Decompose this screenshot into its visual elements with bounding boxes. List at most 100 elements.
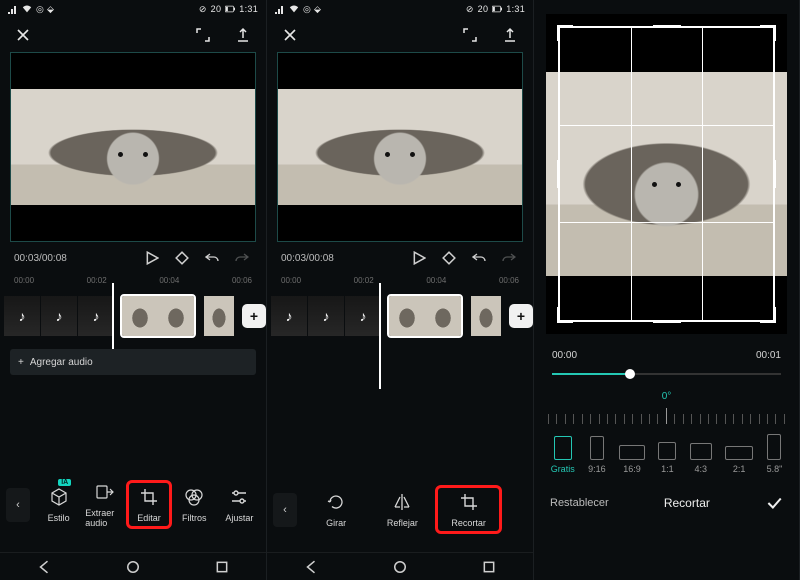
angle-ruler[interactable] xyxy=(548,404,785,424)
tool-extraer-audio[interactable]: Extraer audio xyxy=(83,477,124,532)
close-icon[interactable] xyxy=(279,24,301,46)
tool-ajustar[interactable]: Ajustar xyxy=(219,482,260,527)
redo-icon[interactable] xyxy=(499,248,519,268)
tool-editar[interactable]: Editar xyxy=(128,482,169,527)
aspect-label: 4:3 xyxy=(695,464,708,474)
crop-handle-br[interactable] xyxy=(760,307,776,323)
aspect-1-1[interactable]: 1:1 xyxy=(658,442,676,474)
playhead[interactable] xyxy=(112,283,114,349)
ruler-tick: 00:06 xyxy=(499,276,519,285)
crop-preview[interactable] xyxy=(546,14,787,334)
crop-bottom-row: Restablecer Recortar xyxy=(534,480,799,526)
aspect-box-icon xyxy=(690,443,712,460)
timeline-thumb[interactable]: ♪ xyxy=(345,296,381,336)
playhead[interactable] xyxy=(379,283,381,389)
badge-ia: IA xyxy=(58,479,71,486)
video-preview[interactable] xyxy=(10,52,256,242)
reset-button[interactable]: Restablecer xyxy=(550,497,609,509)
keyframe-icon[interactable] xyxy=(439,248,459,268)
timeline-selected-clip[interactable]: 1.6s xyxy=(387,294,463,338)
play-icon[interactable] xyxy=(409,248,429,268)
nav-recent-icon[interactable] xyxy=(215,560,229,574)
time-total: 00:08 xyxy=(42,253,67,264)
crop-handle-tl[interactable] xyxy=(557,25,573,41)
export-icon[interactable] xyxy=(499,24,521,46)
play-icon[interactable] xyxy=(142,248,162,268)
crop-handle-bl[interactable] xyxy=(557,307,573,323)
tool-girar[interactable]: Girar xyxy=(305,487,367,532)
undo-icon[interactable] xyxy=(202,248,222,268)
aspect-label: 9:16 xyxy=(588,464,606,474)
bottom-toolbar-edit: ‹ Girar Reflejar Recortar xyxy=(267,477,533,552)
fullscreen-icon[interactable] xyxy=(192,24,214,46)
wifi-icon xyxy=(289,4,299,14)
ruler-tick: 00:02 xyxy=(354,276,374,285)
crop-handle-left[interactable] xyxy=(557,160,560,188)
tool-recortar[interactable]: Recortar xyxy=(437,487,499,532)
crop-handle-right[interactable] xyxy=(773,160,776,188)
nav-back-icon[interactable] xyxy=(37,560,51,574)
keyframe-icon[interactable] xyxy=(172,248,192,268)
timeline-thumb xyxy=(122,296,158,336)
add-audio-button[interactable]: + Agregar audio xyxy=(10,349,256,375)
timeline-thumb[interactable]: ♪ xyxy=(271,296,307,336)
export-icon[interactable] xyxy=(232,24,254,46)
redo-icon[interactable] xyxy=(232,248,252,268)
timeline-thumb[interactable]: ♪ xyxy=(4,296,40,336)
slider-handle[interactable] xyxy=(625,369,635,379)
undo-icon[interactable] xyxy=(469,248,489,268)
status-bar: ◎ ⬙ ⊘ 20 1:31 xyxy=(0,0,266,18)
battery-icon xyxy=(492,4,502,14)
video-preview[interactable] xyxy=(277,52,523,242)
timeline-selected-clip[interactable]: 1.6s 👤 Persona xyxy=(120,294,196,338)
crop-grid[interactable] xyxy=(558,26,775,322)
aspect-16-9[interactable]: 16:9 xyxy=(619,445,645,474)
aspect-label: Gratis xyxy=(551,464,575,474)
close-icon[interactable] xyxy=(12,24,34,46)
toolbar-back-button[interactable]: ‹ xyxy=(273,493,297,527)
aspect-2-1[interactable]: 2:1 xyxy=(725,446,753,474)
timeline[interactable]: ♪ ♪ ♪ 1.6s 👤 Persona + xyxy=(0,291,266,341)
aspect-4-3[interactable]: 4:3 xyxy=(690,443,712,474)
timeline-thumb[interactable]: ♪ xyxy=(78,296,114,336)
preview-frame xyxy=(278,89,522,206)
tool-label: Extraer audio xyxy=(85,508,122,528)
crop-handle-tr[interactable] xyxy=(760,25,776,41)
signal-icon xyxy=(8,4,18,14)
tool-label: Reflejar xyxy=(387,518,418,528)
tool-reflejar[interactable]: Reflejar xyxy=(371,487,433,532)
aspect-label: 2:1 xyxy=(733,464,746,474)
toolbar-back-button[interactable]: ‹ xyxy=(6,488,30,522)
battery-icon xyxy=(225,4,235,14)
timeline-thumb[interactable] xyxy=(204,296,234,336)
tool-label: Recortar xyxy=(451,518,486,528)
nav-home-icon[interactable] xyxy=(126,560,140,574)
timeline-thumb[interactable] xyxy=(471,296,501,336)
timeline[interactable]: ♪♪♪ 1.6s + xyxy=(267,291,533,381)
playback-row: 00:03/00:08 xyxy=(0,242,266,274)
tool-filtros[interactable]: Filtros xyxy=(174,482,215,527)
nav-back-icon[interactable] xyxy=(304,560,318,574)
tool-label: Girar xyxy=(326,518,346,528)
crop-handle-top[interactable] xyxy=(653,25,681,28)
wifi-icon xyxy=(22,4,32,14)
crop-time-slider[interactable] xyxy=(552,367,781,381)
bottom-toolbar: ‹ IA Estilo Extraer audio Editar Filtros… xyxy=(0,467,266,552)
aspect-5-8[interactable]: 5.8" xyxy=(767,434,783,474)
ruler-tick: 00:00 xyxy=(14,276,34,285)
timeline-thumb[interactable]: ♪ xyxy=(41,296,77,336)
nav-home-icon[interactable] xyxy=(393,560,407,574)
aspect-gratis[interactable]: Gratis xyxy=(551,436,575,474)
confirm-icon[interactable] xyxy=(765,494,783,512)
timeline-thumb[interactable]: ♪ xyxy=(308,296,344,336)
battery-text: 20 xyxy=(211,4,222,14)
tool-label: Ajustar xyxy=(225,513,253,523)
crop-handle-bottom[interactable] xyxy=(653,320,681,323)
add-clip-button[interactable]: + xyxy=(509,304,533,328)
playback-row: 00:03/00:08 xyxy=(267,242,533,274)
nav-recent-icon[interactable] xyxy=(482,560,496,574)
aspect-9-16[interactable]: 9:16 xyxy=(588,436,606,474)
fullscreen-icon[interactable] xyxy=(459,24,481,46)
add-clip-button[interactable]: + xyxy=(242,304,266,328)
tool-estilo[interactable]: IA Estilo xyxy=(38,482,79,527)
